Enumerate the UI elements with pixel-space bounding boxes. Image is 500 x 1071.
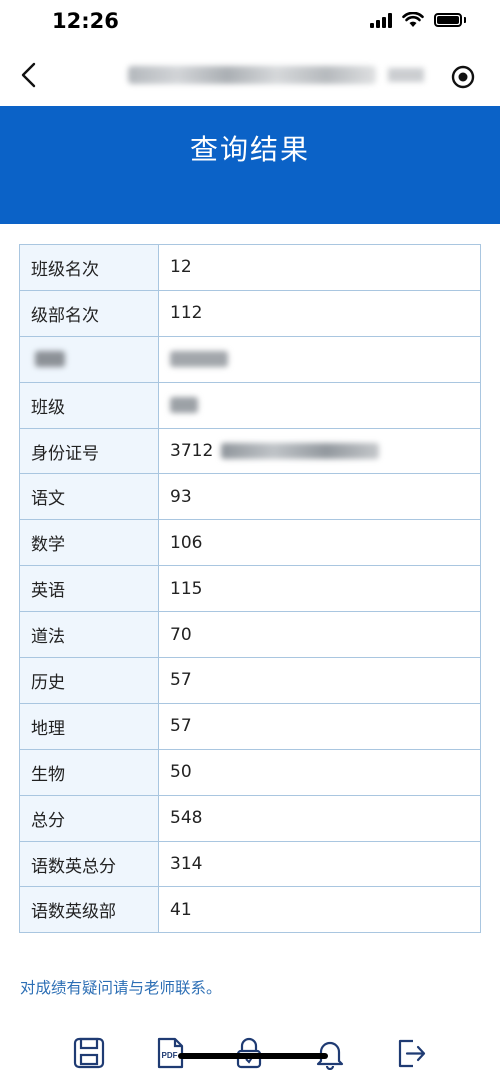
nav-title-redacted: [128, 66, 376, 84]
table-row: 道法 70: [19, 611, 481, 659]
nav-title-redacted-extra: [388, 68, 424, 82]
svg-text:PDF: PDF: [162, 1051, 178, 1060]
row-label: 班级: [19, 381, 159, 429]
table-row: 生物 50: [19, 748, 481, 796]
table-row: 级部名次 112: [19, 289, 481, 337]
row-label: 道法: [19, 611, 159, 659]
nav-bar: [0, 44, 500, 106]
logout-icon[interactable]: [394, 1036, 428, 1070]
table-row: 班级名次 12: [19, 244, 481, 291]
row-label: 级部名次: [19, 289, 159, 337]
contact-teacher-note: 对成绩有疑问请与老师联系。: [20, 979, 222, 997]
row-label: 班级名次: [19, 244, 159, 291]
table-row: 地理 57: [19, 702, 481, 750]
table-row: 班级: [19, 381, 481, 429]
status-icons: [370, 12, 466, 28]
id-number-prefix: 3712: [170, 441, 214, 461]
wifi-icon: [402, 12, 424, 27]
table-row: [19, 335, 481, 383]
save-icon[interactable]: [72, 1036, 106, 1070]
table-row: 总分 548: [19, 794, 481, 842]
row-value: 57: [158, 702, 481, 750]
row-value: 314: [158, 840, 481, 888]
row-value: 548: [158, 794, 481, 842]
table-row: 身份证号 3712: [19, 427, 481, 475]
row-value: 50: [158, 748, 481, 796]
battery-tip: [464, 17, 466, 23]
table-row: 英语 115: [19, 565, 481, 613]
table-row: 语数英总分 314: [19, 840, 481, 888]
row-value: 112: [158, 289, 481, 337]
row-label: 身份证号: [19, 427, 159, 475]
row-value: 12: [158, 244, 481, 291]
table-row: 历史 57: [19, 657, 481, 704]
row-value: 3712: [158, 427, 481, 475]
row-value: 57: [158, 657, 481, 704]
page-title: 查询结果: [189, 133, 310, 166]
row-value-redacted: [158, 381, 481, 429]
status-time: 12:26: [52, 9, 119, 33]
row-label: 语文: [19, 473, 159, 521]
row-label: 数学: [19, 519, 159, 567]
row-label: 英语: [19, 565, 159, 613]
table-row: 语文 93: [19, 473, 481, 521]
redacted-value: [170, 351, 228, 368]
row-value: 106: [158, 519, 481, 567]
bottom-toolbar: PDF: [0, 1030, 500, 1071]
row-value: 115: [158, 565, 481, 613]
redacted-label: [35, 351, 65, 368]
table-row: 数学 106: [19, 519, 481, 567]
home-indicator: [178, 1053, 328, 1059]
row-label: 地理: [19, 702, 159, 750]
row-value-redacted: [158, 335, 481, 383]
cellular-signal-icon: [370, 12, 392, 28]
row-label: 语数英总分: [19, 840, 159, 888]
page-header: 查询结果: [0, 106, 500, 224]
row-value: 70: [158, 611, 481, 659]
status-bar: 12:26: [0, 0, 500, 44]
row-value: 41: [158, 886, 481, 934]
battery-icon: [434, 13, 462, 27]
table-row: 语数英级部 41: [19, 886, 481, 934]
row-label: 历史: [19, 657, 159, 704]
chevron-left-icon[interactable]: [14, 59, 46, 91]
row-label: 总分: [19, 794, 159, 842]
redacted-id-number: [220, 443, 379, 459]
target-icon[interactable]: [450, 64, 476, 90]
row-value: 93: [158, 473, 481, 521]
redacted-value: [170, 397, 198, 414]
row-label-redacted: [19, 335, 159, 383]
row-label: 生物: [19, 748, 159, 796]
row-label: 语数英级部: [19, 886, 159, 934]
results-table: 班级名次 12 级部名次 112 班级 身份证号 3712 语文 93 数学 1…: [19, 244, 481, 934]
